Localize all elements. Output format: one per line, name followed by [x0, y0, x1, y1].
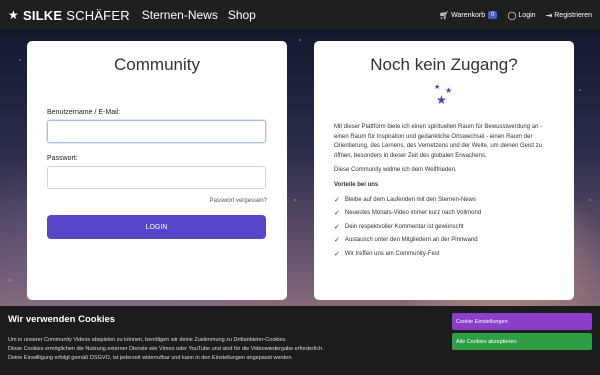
login-form: Benutzername / E-Mail: Passwort: Passwor… — [27, 109, 287, 239]
cookie-text-line-1: Um in unserer Community Videos abspielen… — [8, 337, 287, 343]
forgot-password-link[interactable]: Passwort vergessen? — [47, 198, 267, 204]
login-card-title: Community — [114, 55, 200, 74]
nav-link-sternen-news[interactable]: Sternen-News — [142, 8, 218, 22]
info-card: Noch kein Zugang? ★ ★ ★ Mit dieser Platt… — [314, 41, 574, 300]
list-item: ✓ Neuestes Monats-Video immer kurz nach V… — [334, 207, 554, 221]
cart-icon: 🛒︎ — [438, 10, 450, 20]
intro-paragraph: Mit dieser Plattform biete ich einen spi… — [334, 124, 543, 159]
login-button[interactable]: LOGIN — [47, 215, 266, 239]
cart-label: Warenkorb — [451, 11, 486, 19]
login-label: Login — [518, 11, 536, 19]
nav-links: Sternen-News Shop — [142, 8, 266, 22]
advantages-list: ✓ Bleibe auf dem Laufenden mit den Sterne… — [334, 194, 554, 262]
password-input[interactable] — [47, 166, 266, 189]
star-small-icon: ★ — [434, 84, 441, 91]
info-card-body: Mit dieser Plattform biete ich einen spi… — [314, 123, 574, 262]
navbar: ★ SILKE SCHÄFER Sternen-News Shop 🛒︎ War… — [0, 0, 600, 30]
check-icon: ✓ — [334, 237, 340, 245]
list-item: ✓ Wir treffen uns am Community-Fest — [334, 248, 554, 262]
cart-count-badge: 0 — [488, 11, 498, 19]
check-icon: ✓ — [334, 196, 340, 204]
nav-right: 🛒︎ Warenkorb 0 ◯ Login ⇥ Registrieren — [429, 11, 592, 20]
advantage-text: Neuestes Monats-Video immer kurz nach Vo… — [344, 210, 482, 217]
check-icon: ✓ — [334, 223, 340, 231]
brand-name-bold: SILKE — [22, 7, 63, 23]
cookie-banner: Wir verwenden Cookies Um in unserer Comm… — [0, 306, 600, 375]
check-icon: ✓ — [334, 210, 340, 218]
advantage-text: Bleibe auf dem Laufenden mit den Sternen… — [344, 196, 476, 203]
cart-link[interactable]: 🛒︎ Warenkorb 0 — [438, 10, 498, 20]
stars-icon: ★ ★ ★ — [424, 83, 464, 113]
login-link[interactable]: ◯ Login — [507, 11, 535, 20]
login-card: Community Benutzername / E-Mail: Passwor… — [27, 41, 287, 300]
dedication-paragraph: Diese Community widme ich dem Weltfriede… — [334, 167, 457, 174]
username-label: Benutzername / E-Mail: — [47, 109, 121, 116]
advantage-text: Wir treffen uns am Community-Fest — [344, 250, 440, 257]
register-link[interactable]: ⇥ Registrieren — [546, 11, 592, 20]
list-item: ✓ Bleibe auf dem Laufenden mit den Sterne… — [334, 194, 554, 208]
sign-in-icon: ⇥ — [545, 10, 553, 20]
register-label: Registrieren — [554, 11, 592, 19]
check-icon: ✓ — [334, 250, 340, 258]
accept-all-cookies-button[interactable]: Alle Cookies akzeptieren — [452, 333, 592, 350]
advantage-text: Austausch unter den Mitgliedern an der P… — [344, 237, 478, 244]
advantages-title: Vorteile bei uns — [334, 181, 379, 188]
list-item: ✓ Austausch unter den Mitgliedern an der … — [334, 234, 554, 248]
advantage-text: Dein respektvoller Kommentar ist gewünsc… — [344, 223, 464, 230]
cookie-text-line-2: Diese Cookies ermöglichen die Nutzung ex… — [8, 346, 324, 352]
star-large-icon: ★ — [436, 93, 447, 107]
brand-logo[interactable]: ★ SILKE SCHÄFER — [8, 8, 130, 23]
cookie-banner-text: Um in unserer Community Videos abspielen… — [8, 336, 438, 363]
username-input[interactable] — [47, 120, 266, 143]
cookie-text-line-3: Deine Einwilligung erfolgt gemäß DSGVO, … — [8, 355, 293, 361]
info-card-title: Noch kein Zugang? — [370, 55, 518, 74]
password-label: Passwort: — [47, 155, 78, 162]
nav-link-shop[interactable]: Shop — [228, 8, 256, 22]
user-icon: ◯ — [507, 10, 517, 20]
star-icon: ★ — [8, 8, 19, 22]
brand-name-rest: SCHÄFER — [66, 7, 130, 23]
cookie-settings-button[interactable]: Cookie Einstellungen — [452, 313, 592, 330]
list-item: ✓ Dein respektvoller Kommentar ist gewüns… — [334, 221, 554, 235]
cookie-banner-title: Wir verwenden Cookies — [8, 314, 116, 325]
